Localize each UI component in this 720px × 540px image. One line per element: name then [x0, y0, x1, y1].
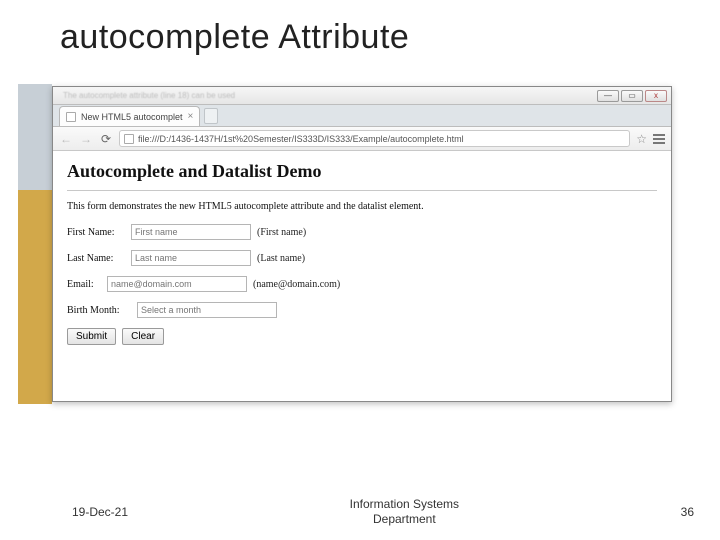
email-hint: (name@domain.com) — [253, 279, 340, 290]
bookmark-star-icon[interactable]: ☆ — [636, 132, 647, 146]
window-titlebar: The autocomplete attribute (line 18) can… — [53, 87, 671, 105]
firstname-input[interactable] — [131, 224, 251, 240]
birthmonth-label: Birth Month: — [67, 305, 131, 316]
window-minimize-button[interactable]: — — [597, 90, 619, 102]
browser-toolbar: ← → ⟳ file:///D:/1436-1437H/1st%20Semest… — [53, 127, 671, 151]
footer-page-number: 36 — [681, 505, 694, 519]
slide-title: autocomplete Attribute — [60, 18, 409, 57]
page-description: This form demonstrates the new HTML5 aut… — [67, 201, 657, 212]
window-close-button[interactable]: x — [645, 90, 667, 102]
email-label: Email: — [67, 279, 101, 290]
new-tab-button[interactable] — [204, 108, 218, 124]
lastname-input[interactable] — [131, 250, 251, 266]
page-heading: Autocomplete and Datalist Demo — [67, 161, 657, 182]
address-bar[interactable]: file:///D:/1436-1437H/1st%20Semester/IS3… — [119, 130, 630, 147]
reload-button[interactable]: ⟳ — [99, 132, 113, 146]
back-button[interactable]: ← — [59, 132, 73, 146]
slide-accent-sidebar — [18, 84, 52, 404]
clear-button[interactable]: Clear — [122, 328, 164, 345]
forward-button[interactable]: → — [79, 132, 93, 146]
titlebar-background-text: The autocomplete attribute (line 18) can… — [63, 91, 235, 100]
email-row: Email: (name@domain.com) — [67, 276, 657, 292]
lastname-row: Last Name: (Last name) — [67, 250, 657, 266]
firstname-label: First Name: — [67, 227, 125, 238]
browser-tab[interactable]: New HTML5 autocomplet × — [59, 106, 200, 126]
tab-title: New HTML5 autocomplet — [81, 112, 183, 122]
footer-date: 19-Dec-21 — [72, 505, 128, 519]
window-maximize-button[interactable]: ▭ — [621, 90, 643, 102]
chrome-menu-icon[interactable] — [653, 134, 665, 144]
birthmonth-input[interactable] — [137, 302, 277, 318]
file-scheme-icon — [124, 134, 134, 144]
birthmonth-row: Birth Month: — [67, 302, 657, 318]
browser-window: The autocomplete attribute (line 18) can… — [52, 86, 672, 402]
firstname-row: First Name: (First name) — [67, 224, 657, 240]
form-buttons: Submit Clear — [67, 328, 657, 345]
page-favicon-icon — [66, 112, 76, 122]
email-input[interactable] — [107, 276, 247, 292]
url-text: file:///D:/1436-1437H/1st%20Semester/IS3… — [138, 134, 464, 144]
footer-org: Information Systems Department — [128, 497, 681, 526]
footer-org-line2: Department — [373, 512, 436, 526]
firstname-hint: (First name) — [257, 227, 306, 238]
tab-close-icon[interactable]: × — [188, 111, 194, 122]
tabstrip: New HTML5 autocomplet × — [53, 105, 671, 127]
page-content: Autocomplete and Datalist Demo This form… — [53, 151, 671, 355]
heading-divider — [67, 190, 657, 191]
submit-button[interactable]: Submit — [67, 328, 116, 345]
lastname-hint: (Last name) — [257, 253, 305, 264]
footer-org-line1: Information Systems — [350, 497, 459, 511]
slide-footer: 19-Dec-21 Information Systems Department… — [0, 497, 720, 526]
lastname-label: Last Name: — [67, 253, 125, 264]
